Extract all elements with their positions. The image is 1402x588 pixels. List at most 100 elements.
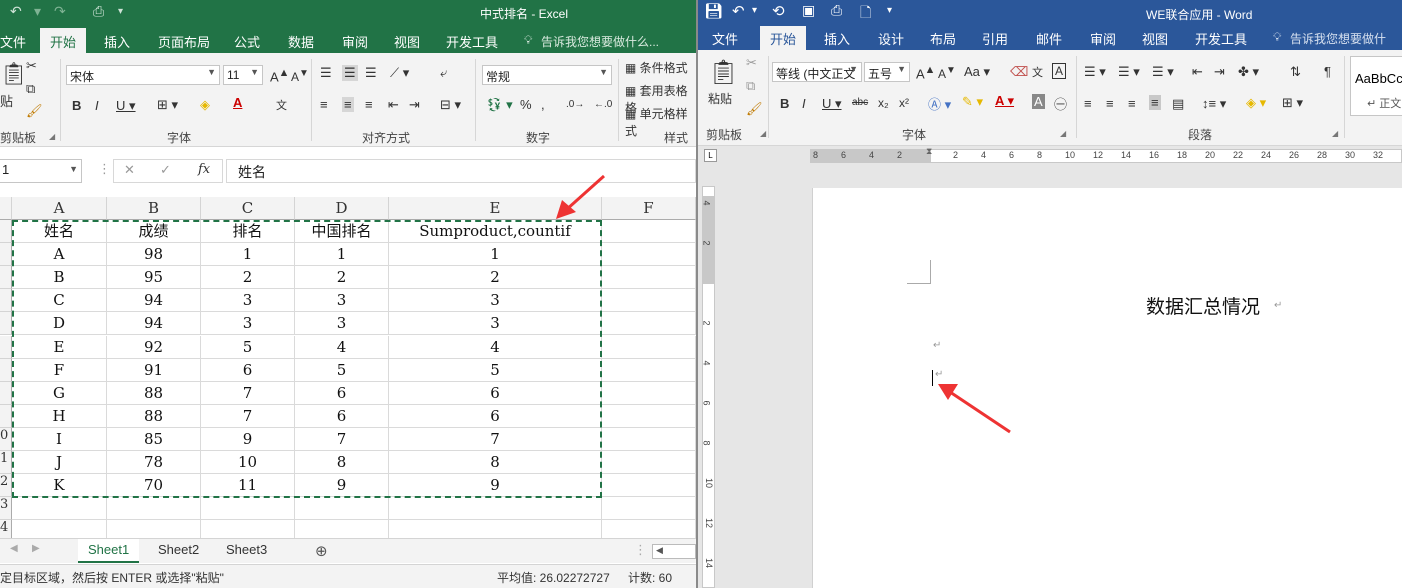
highlight-icon[interactable]: ✎ ▾: [962, 94, 983, 110]
align-left-icon[interactable]: ≡: [1084, 96, 1092, 111]
row-header[interactable]: [0, 289, 12, 313]
split-handle-icon[interactable]: ⋮: [634, 542, 647, 558]
undo-icon[interactable]: ↶: [10, 3, 22, 20]
increase-font-icon[interactable]: A▲: [270, 67, 289, 84]
formula-input[interactable]: 姓名: [226, 159, 696, 183]
tab-references[interactable]: 引用: [982, 29, 1008, 48]
paste-label[interactable]: 贴: [0, 91, 13, 110]
phonetic-icon[interactable]: 文: [276, 97, 287, 113]
borders-icon[interactable]: ⊞ ▾: [1282, 95, 1303, 111]
decrease-font-icon[interactable]: A▼: [291, 68, 309, 84]
cut-icon[interactable]: ✂: [746, 55, 757, 71]
empty-cell[interactable]: [201, 497, 295, 521]
new-document-icon[interactable]: 🗋︎: [860, 2, 871, 26]
fill-color-icon[interactable]: ◈: [200, 97, 210, 113]
tab-insert[interactable]: 插入: [824, 29, 850, 48]
tab-layout[interactable]: 布局: [930, 29, 956, 48]
clear-formatting-icon[interactable]: ⌫: [1010, 64, 1028, 80]
undo-dropdown-icon[interactable]: ▾: [34, 3, 41, 20]
insert-function-icon[interactable]: fx: [198, 162, 210, 177]
dialog-launcher-icon[interactable]: ◢: [1332, 129, 1338, 138]
tab-review[interactable]: 审阅: [342, 32, 368, 51]
tell-me-box[interactable]: 告诉我您想要做什么...: [541, 33, 659, 50]
horizontal-ruler[interactable]: L ⧗ 8 6 4 2 2 4 6 8 10 12 14 16 18 20 22 24 26 28 30 32: [698, 146, 1402, 166]
empty-cell[interactable]: [107, 497, 201, 521]
align-middle-icon[interactable]: ☰: [342, 65, 358, 81]
comma-style-icon[interactable]: ,: [541, 97, 545, 112]
accounting-format-icon[interactable]: 💱︎ ▾: [486, 97, 513, 113]
column-header-f[interactable]: F: [602, 197, 696, 220]
borders-icon[interactable]: ⊞ ▾: [157, 97, 178, 113]
empty-cell[interactable]: [602, 427, 696, 451]
superscript-icon[interactable]: x²: [899, 96, 909, 110]
enclose-characters-icon[interactable]: ㊀: [1054, 94, 1067, 113]
align-right-icon[interactable]: ≡: [365, 97, 373, 112]
tab-mailings[interactable]: 邮件: [1036, 29, 1062, 48]
doc-heading[interactable]: 数据汇总情况: [1146, 292, 1260, 319]
empty-cell[interactable]: [602, 335, 696, 359]
paste-label[interactable]: 粘贴: [708, 90, 732, 107]
paste-icon[interactable]: 📋︎: [0, 61, 28, 87]
column-header-a[interactable]: A: [12, 197, 107, 220]
next-sheet-icon[interactable]: ▶: [32, 543, 40, 554]
scroll-left-icon[interactable]: ◀: [656, 545, 663, 556]
format-painter-icon[interactable]: 🖌︎: [746, 101, 763, 117]
empty-cell[interactable]: [12, 497, 107, 521]
undo-dropdown-icon[interactable]: ▾: [752, 5, 757, 16]
copy-icon[interactable]: ⧉: [26, 81, 35, 97]
row-header[interactable]: [0, 220, 12, 244]
empty-cell[interactable]: [602, 474, 696, 498]
row-header[interactable]: [0, 404, 12, 428]
tab-selector-icon[interactable]: L: [704, 149, 717, 162]
row-header[interactable]: [0, 243, 12, 267]
character-shading-icon[interactable]: A: [1032, 94, 1045, 109]
tab-developer[interactable]: 开发工具: [1195, 29, 1247, 48]
empty-cell[interactable]: [602, 312, 696, 336]
row-header[interactable]: [0, 266, 12, 290]
cancel-icon[interactable]: ✕: [124, 162, 135, 178]
align-center-icon[interactable]: ≡: [342, 97, 354, 112]
decrease-indent-icon[interactable]: ⇤: [1192, 64, 1203, 80]
paste-icon[interactable]: 📋︎: [708, 58, 738, 87]
align-right-icon[interactable]: ≡: [1128, 96, 1136, 111]
print-preview-icon[interactable]: ⎙: [93, 3, 104, 20]
font-size-combo[interactable]: 五号 ▼: [864, 62, 910, 82]
line-spacing-icon[interactable]: ↕≡ ▾: [1202, 96, 1226, 112]
phonetic-guide-icon[interactable]: 文: [1032, 64, 1043, 80]
tab-file[interactable]: 文件: [0, 32, 26, 51]
empty-cell[interactable]: [602, 266, 696, 290]
decrease-indent-icon[interactable]: ⇤: [388, 97, 399, 113]
enter-icon[interactable]: ✓: [160, 162, 171, 178]
font-name-combo[interactable]: 等线 (中文正文 ▼: [772, 62, 862, 82]
column-header-c[interactable]: C: [201, 197, 295, 220]
italic-icon[interactable]: I: [95, 98, 99, 113]
tab-data[interactable]: 数据: [288, 32, 314, 51]
redo-icon[interactable]: ↷: [54, 3, 66, 20]
empty-cell[interactable]: [602, 381, 696, 405]
empty-cell[interactable]: [602, 404, 696, 428]
repeat-icon[interactable]: ⟲: [772, 2, 785, 20]
merge-center-icon[interactable]: ⊟ ▾: [440, 97, 461, 113]
bullets-icon[interactable]: ☰ ▾: [1084, 64, 1106, 80]
row-header[interactable]: [0, 312, 12, 336]
undo-icon[interactable]: ↶: [732, 2, 745, 20]
numbering-icon[interactable]: ☰ ▾: [1118, 64, 1140, 80]
font-size-combo[interactable]: 11 ▼: [223, 65, 263, 85]
align-top-icon[interactable]: ☰: [320, 65, 332, 81]
column-header-e[interactable]: E: [389, 197, 602, 220]
document-page[interactable]: 数据汇总情况 ↵ ↵ ↵: [812, 188, 1402, 588]
tab-review[interactable]: 审阅: [1090, 29, 1116, 48]
row-header[interactable]: 0: [0, 427, 12, 451]
tab-page-layout[interactable]: 页面布局: [158, 32, 210, 51]
percent-icon[interactable]: %: [520, 97, 532, 112]
sort-icon[interactable]: ⇅: [1290, 64, 1301, 80]
tab-view[interactable]: 视图: [1142, 29, 1168, 48]
row-header[interactable]: [0, 381, 12, 405]
empty-cell[interactable]: [602, 243, 696, 267]
strikethrough-icon[interactable]: abc: [852, 97, 868, 108]
font-color-icon[interactable]: A ▾: [995, 93, 1014, 109]
tab-view[interactable]: 视图: [394, 32, 420, 51]
tab-file[interactable]: 文件: [712, 29, 738, 48]
justify-icon[interactable]: ≡: [1149, 95, 1161, 110]
font-name-combo[interactable]: 宋体 ▼: [66, 65, 220, 85]
